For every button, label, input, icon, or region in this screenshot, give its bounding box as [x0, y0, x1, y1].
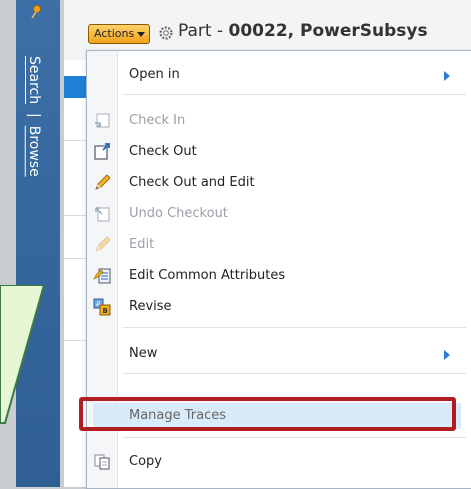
menu-item-open-in[interactable]: Open in [87, 62, 471, 88]
menu-item-check-out[interactable]: Check Out [87, 139, 471, 165]
search-browse-links: Search | Browse [26, 56, 42, 177]
check-in-icon [95, 113, 110, 128]
menu-item-new[interactable]: New [87, 341, 471, 367]
chevron-right-icon [444, 71, 450, 81]
nav-separator: | [26, 112, 42, 118]
menu-separator [123, 327, 466, 328]
highlight-box [79, 397, 456, 431]
callout-annotation [0, 285, 46, 424]
menu-item-edit-common-attributes[interactable]: Edit Common Attributes [87, 263, 471, 289]
revise-icon: A B [93, 298, 111, 316]
gear-icon [159, 26, 173, 40]
browse-link[interactable]: Browse [26, 126, 42, 177]
undo-checkout-icon [95, 207, 110, 222]
pencil-icon [95, 236, 111, 252]
pin-icon[interactable] [29, 4, 45, 20]
menu-item-revise[interactable]: A B Revise [87, 294, 471, 320]
menu-separator [123, 437, 466, 438]
menu-item-undo-checkout: Undo Checkout [87, 201, 471, 227]
title-prefix: Part - [178, 21, 229, 41]
chevron-right-icon [444, 350, 450, 360]
menu-item-label: Check In [129, 113, 186, 128]
actions-label: Actions [94, 27, 135, 40]
search-link[interactable]: Search [26, 56, 42, 104]
menu-item-label: Open in [129, 67, 180, 82]
copy-icon [94, 454, 110, 470]
menu-item-label: Check Out and Edit [129, 175, 255, 190]
chevron-down-icon [137, 31, 146, 37]
menu-separator [123, 94, 466, 95]
menu-item-label: Undo Checkout [129, 206, 228, 221]
menu-item-check-out-and-edit[interactable]: Check Out and Edit [87, 170, 471, 196]
check-out-icon [94, 143, 110, 160]
menu-item-label: Edit Common Attributes [129, 268, 286, 283]
menu-item-label: New [129, 346, 158, 361]
page-title: Part - 00022, PowerSubsys [178, 21, 428, 41]
menu-item-label: Edit [129, 237, 155, 252]
menu-item-label: Check Out [129, 144, 197, 159]
actions-button[interactable]: Actions [88, 24, 151, 44]
pencil-icon [95, 174, 111, 190]
menu-item-label: Copy [129, 454, 162, 469]
menu-item-label: Revise [129, 299, 172, 314]
edit-attributes-icon [93, 268, 111, 284]
menu-item-edit: Edit [87, 232, 471, 258]
menu-item-copy[interactable]: Copy [87, 449, 471, 475]
svg-text:B: B [103, 307, 108, 315]
menu-item-check-in: Check In [87, 108, 471, 134]
menu-separator [123, 373, 466, 374]
title-object: 00022, PowerSubsys [228, 21, 428, 41]
